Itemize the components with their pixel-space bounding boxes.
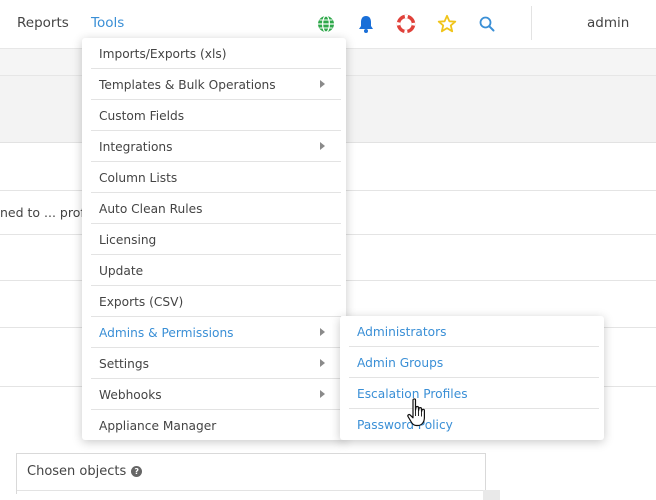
- menu-item-exports-csv[interactable]: Exports (CSV): [91, 286, 341, 317]
- help-icon[interactable]: ?: [131, 466, 143, 477]
- chosen-objects-label: Chosen objects: [27, 464, 127, 479]
- submenu-item-escalation-profiles[interactable]: Escalation Profiles: [349, 378, 599, 409]
- row-text: ned to ... prof: [0, 205, 85, 220]
- search-icon[interactable]: [477, 14, 497, 34]
- menu-item-label: Exports (CSV): [99, 295, 184, 309]
- hand-pointer-cursor-icon: [407, 398, 425, 427]
- bell-icon[interactable]: [356, 14, 376, 34]
- caret-right-icon: [320, 390, 325, 398]
- menu-item-auto-clean-rules[interactable]: Auto Clean Rules: [91, 193, 341, 224]
- menu-item-licensing[interactable]: Licensing: [91, 224, 341, 255]
- caret-right-icon: [320, 80, 325, 88]
- menu-item-label: Integrations: [99, 140, 173, 154]
- admins-permissions-submenu: Administrators Admin Groups Escalation P…: [340, 316, 604, 440]
- panel-scrollbar[interactable]: [483, 490, 500, 500]
- panel-divider: [17, 490, 485, 491]
- chosen-objects-panel: Chosen objects?: [16, 453, 500, 500]
- menu-item-label: Settings: [99, 357, 149, 371]
- nav-tools-link[interactable]: Tools: [91, 15, 124, 31]
- nav-reports-link[interactable]: Reports: [17, 15, 69, 31]
- caret-right-icon: [320, 142, 325, 150]
- submenu-item-admin-groups[interactable]: Admin Groups: [349, 347, 599, 378]
- menu-item-label: Auto Clean Rules: [99, 202, 203, 216]
- star-icon[interactable]: [437, 14, 457, 34]
- menu-item-appliance-manager[interactable]: Appliance Manager: [91, 410, 341, 441]
- menu-item-column-lists[interactable]: Column Lists: [91, 162, 341, 193]
- submenu-item-administrators[interactable]: Administrators: [349, 316, 599, 347]
- submenu-item-label: Administrators: [357, 325, 447, 339]
- user-menu-link[interactable]: admin: [587, 15, 629, 31]
- menu-item-label: Admins & Permissions: [99, 326, 234, 340]
- menu-item-admins-permissions[interactable]: Admins & Permissions: [91, 317, 341, 348]
- menu-item-label: Update: [99, 264, 144, 278]
- menu-item-templates-bulk-operations[interactable]: Templates & Bulk Operations: [91, 69, 341, 100]
- menu-item-imports-exports-xls[interactable]: Imports/Exports (xls): [91, 38, 341, 69]
- menu-item-label: Imports/Exports (xls): [99, 47, 227, 61]
- tools-dropdown-menu: Imports/Exports (xls) Templates & Bulk O…: [82, 38, 346, 440]
- menu-item-settings[interactable]: Settings: [91, 348, 341, 379]
- lifebuoy-icon[interactable]: [396, 14, 416, 34]
- submenu-item-password-policy[interactable]: Password Policy: [349, 409, 599, 440]
- caret-right-icon: [320, 328, 325, 336]
- menu-item-integrations[interactable]: Integrations: [91, 131, 341, 162]
- nav-divider: [531, 6, 532, 40]
- menu-item-update[interactable]: Update: [91, 255, 341, 286]
- menu-item-label: Webhooks: [99, 388, 162, 402]
- menu-item-label: Column Lists: [99, 171, 178, 185]
- menu-item-label: Custom Fields: [99, 109, 185, 123]
- submenu-item-label: Admin Groups: [357, 356, 444, 370]
- menu-item-custom-fields[interactable]: Custom Fields: [91, 100, 341, 131]
- globe-icon[interactable]: [316, 14, 336, 34]
- menu-item-label: Appliance Manager: [99, 419, 217, 433]
- chosen-objects-title: Chosen objects?: [27, 464, 143, 479]
- menu-item-webhooks[interactable]: Webhooks: [91, 379, 341, 410]
- caret-right-icon: [320, 359, 325, 367]
- menu-item-label: Templates & Bulk Operations: [99, 78, 276, 92]
- menu-item-label: Licensing: [99, 233, 157, 247]
